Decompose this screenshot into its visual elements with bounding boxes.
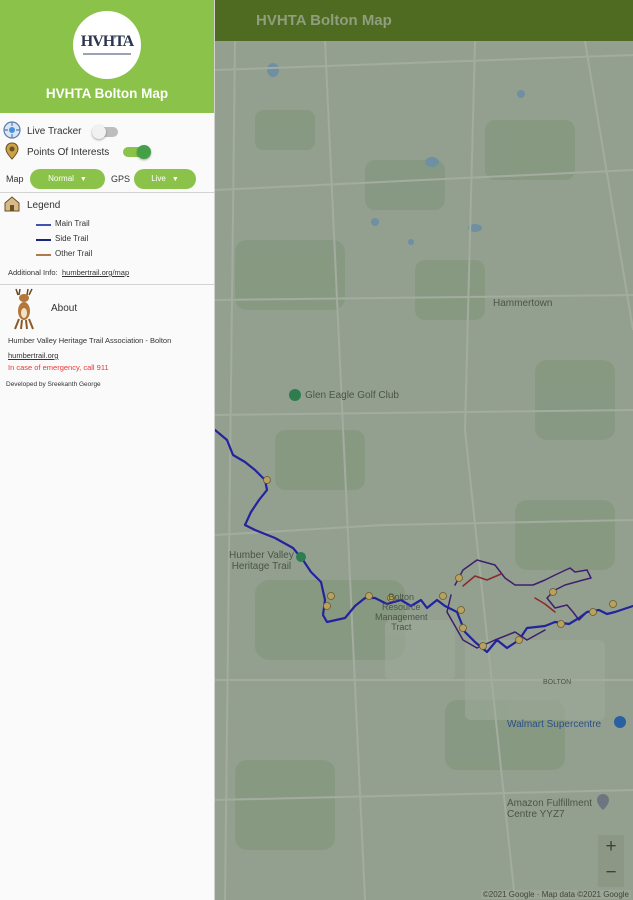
deer-mascot-icon [14,288,34,330]
map-label-humber-valley: Humber Valley Heritage Trail [229,550,294,572]
logo-underline [83,53,131,55]
golf-club-pin-icon[interactable] [289,389,301,401]
legend-icon [4,196,20,212]
live-tracker-toggle[interactable] [92,125,118,139]
crosshair-icon [3,121,21,139]
map-label-bolton-resource: Bolton Resource Management Tract [375,592,428,632]
poi-label: Points Of Interests [27,147,110,158]
zoom-out-button[interactable]: − [598,861,624,887]
map-attribution: ©2021 Google · Map data ©2021 Google [480,890,631,899]
app-bar: HVHTA Bolton Map [215,0,633,41]
poi-marker-icon [5,142,19,160]
live-tracker-label: Live Tracker [27,126,82,137]
trail-pin-icon[interactable] [296,552,306,562]
map-type-select[interactable]: Normal ▼ [30,169,105,189]
map-label-bolton: BOLTON [543,679,572,686]
gps-select[interactable]: Live ▼ [134,169,196,189]
about-website-link[interactable]: humbertrail.org [8,351,58,360]
app-bar-title: HVHTA Bolton Map [256,12,392,29]
legend-other-trail-label: Other Trail [55,249,93,258]
about-title: About [51,303,78,314]
additional-info-link[interactable]: humbertrail.org/map [62,268,129,277]
map-label-glen-eagle: Glen Eagle Golf Club [305,390,399,401]
legend-other-trail-swatch [36,254,51,256]
legend-side-trail-swatch [36,239,51,241]
additional-info-label: Additional Info: [8,268,58,277]
about-org: Humber Valley Heritage Trail Association… [8,336,172,345]
hvhta-logo: HVHTA [73,11,141,79]
legend-main-trail-swatch [36,224,51,226]
map-canvas [215,40,633,900]
walmart-pin-icon[interactable] [614,716,626,728]
zoom-in-button[interactable]: + [598,835,624,861]
navigation-drawer: HVHTA HVHTA Bolton Map Live Tracker Poin… [0,0,215,900]
dropdown-arrow-icon: ▼ [171,176,179,183]
emergency-text: In case of emergency, call 911 [8,363,109,372]
map-type-label: Map [6,174,24,184]
legend-title: Legend [27,200,61,211]
poi-toggle[interactable] [123,145,151,159]
legend-main-trail-label: Main Trail [55,219,90,228]
legend-side-trail-label: Side Trail [55,234,89,243]
map-label-hammertown: Hammertown [493,298,553,309]
gps-value: Live [151,174,166,183]
logo-text: HVHTA [80,33,134,50]
live-tracker-toggle-knob [92,125,106,139]
map-type-value: Normal [48,174,74,183]
developer-credit: Developed by Sreekanth George [6,381,101,388]
divider [0,192,214,193]
map-label-walmart: Walmart Supercentre [507,719,602,730]
amazon-pin-icon[interactable] [597,794,609,810]
divider [0,284,214,285]
gps-label: GPS [111,174,131,184]
drawer-header: HVHTA HVHTA Bolton Map [0,0,214,113]
map-label-amazon: Amazon Fulfillment Centre YYZ7 [507,798,593,820]
dropdown-arrow-icon: ▼ [79,176,87,183]
map-view[interactable]: HVHTA Bolton Map Hammertown Glen Eagle G… [215,0,633,900]
drawer-app-name: HVHTA Bolton Map [45,86,169,101]
poi-toggle-knob [137,145,151,159]
